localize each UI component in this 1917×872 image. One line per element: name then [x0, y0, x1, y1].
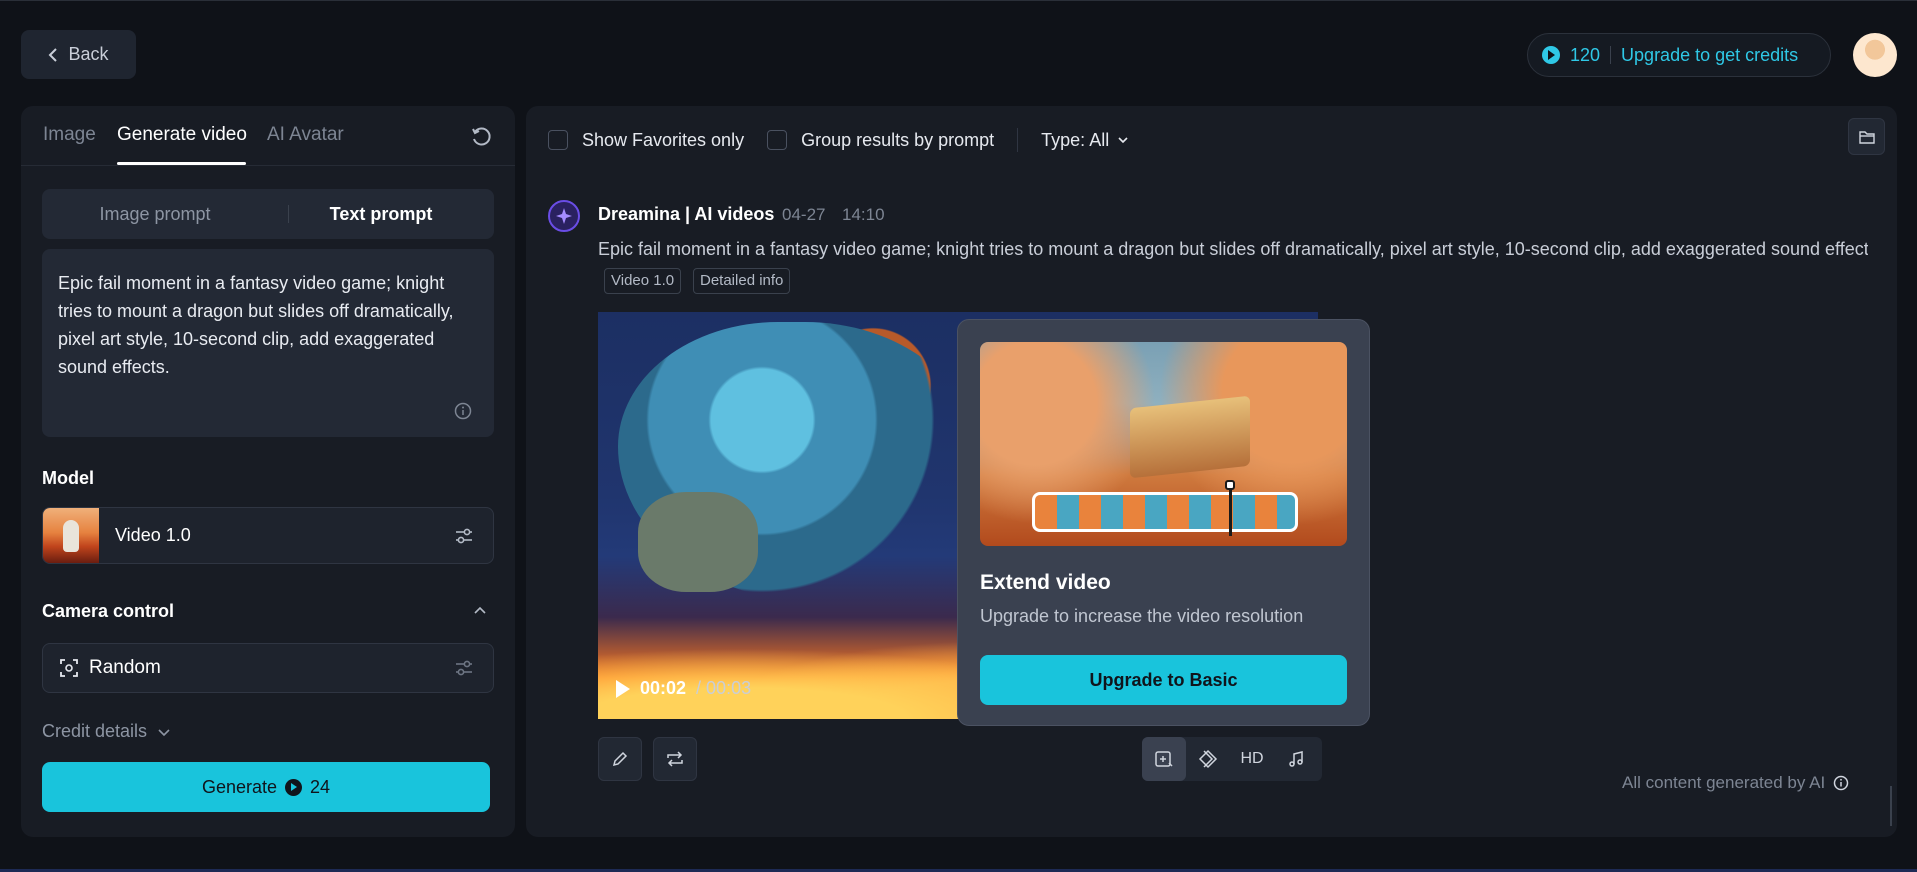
text-prompt-option[interactable]: Text prompt: [268, 204, 494, 225]
chevron-down-icon: [158, 728, 170, 736]
active-tab-underline: [117, 162, 246, 165]
result-date: 04-27: [782, 205, 826, 224]
generate-button[interactable]: Generate 24: [42, 762, 490, 812]
favorites-checkbox[interactable]: [548, 130, 568, 150]
result-time: 14:10: [842, 205, 885, 224]
video-tools: HD: [1142, 737, 1322, 781]
credits-pill[interactable]: 120 Upgrade to get credits: [1527, 33, 1831, 77]
info-icon[interactable]: [1833, 775, 1849, 791]
illustration-playhead-knob: [1225, 480, 1235, 490]
model-name: Video 1.0: [115, 525, 191, 545]
pill-divider: [1610, 46, 1612, 64]
folder-button[interactable]: [1848, 118, 1885, 155]
results-panel: Show Favorites only Group results by pro…: [526, 106, 1897, 837]
reset-icon[interactable]: [470, 126, 492, 148]
prompt-text: Epic fail moment in a fantasy video game…: [58, 273, 454, 377]
ai-content-label: All content generated by AI: [1622, 773, 1826, 792]
results-filters: Show Favorites only Group results by pro…: [548, 124, 1152, 156]
popover-title: Extend video: [980, 571, 1111, 594]
group-checkbox[interactable]: [767, 130, 788, 150]
extend-video-popover: Extend video Upgrade to increase the vid…: [957, 319, 1370, 726]
result-prompt: Epic fail moment in a fantasy video game…: [598, 239, 1868, 259]
folder-icon: [1858, 130, 1875, 144]
generate-cost: 24: [310, 776, 331, 797]
back-button[interactable]: Back: [21, 30, 136, 79]
chevron-up-icon[interactable]: [473, 603, 487, 617]
hd-upscale-button[interactable]: HD: [1230, 737, 1274, 781]
music-note-icon: [1289, 751, 1303, 767]
group-filter[interactable]: Group results by prompt: [767, 130, 994, 151]
credits-count: 120: [1570, 44, 1601, 65]
pencil-icon: [612, 751, 628, 767]
prompt-mode-switch: Image prompt Text prompt: [42, 189, 494, 239]
mode-tabs: Image Generate video AI Avatar: [21, 106, 515, 166]
dreamina-logo-icon: [548, 200, 580, 232]
generate-label: Generate: [201, 776, 278, 797]
back-label: Back: [68, 44, 109, 64]
model-label: Model: [42, 468, 94, 488]
scrollbar[interactable]: [1890, 786, 1892, 826]
edit-button[interactable]: [598, 737, 642, 781]
interpolate-button[interactable]: [1186, 737, 1230, 781]
credit-coin-icon: [285, 778, 303, 796]
model-thumbnail: [43, 508, 99, 563]
detailed-info-tag[interactable]: Detailed info: [693, 268, 791, 294]
user-avatar[interactable]: [1853, 33, 1897, 77]
popover-subtitle: Upgrade to increase the video resolution: [980, 606, 1304, 626]
upgrade-to-basic-button[interactable]: Upgrade to Basic: [980, 655, 1347, 705]
camera-selector[interactable]: Random: [42, 643, 494, 693]
tab-generate-video[interactable]: Generate video: [117, 124, 247, 146]
group-label: Group results by prompt: [801, 129, 995, 150]
credit-details-label: Credit details: [42, 721, 148, 741]
camera-control-label: Camera control: [42, 601, 175, 621]
illustration-timeline: [1032, 492, 1298, 532]
add-sound-button[interactable]: [1274, 737, 1318, 781]
play-icon[interactable]: [616, 679, 630, 698]
favorites-filter[interactable]: Show Favorites only: [548, 130, 744, 151]
tag-model: Video 1.0: [604, 268, 682, 294]
chevron-down-icon: [1118, 137, 1128, 144]
illustration-art: [1130, 395, 1250, 479]
diamond-icon: [1198, 749, 1218, 769]
illustration-playhead: [1229, 484, 1232, 536]
time-total: / 00:03: [696, 678, 752, 698]
credit-details-toggle[interactable]: Credit details: [42, 721, 171, 742]
prompt-textarea[interactable]: Epic fail moment in a fantasy video game…: [42, 249, 494, 437]
ai-content-note: All content generated by AI: [1622, 773, 1849, 793]
time-current: 00:02: [640, 678, 687, 698]
credit-coin-icon: [1542, 46, 1560, 64]
sliders-icon[interactable]: [453, 657, 475, 679]
image-prompt-option[interactable]: Image prompt: [42, 204, 268, 225]
video-frame-art: [638, 492, 758, 592]
top-border: [0, 0, 1917, 1]
type-label: Type: All: [1041, 129, 1110, 150]
repeat-icon: [667, 751, 683, 767]
camera-value: Random: [89, 657, 161, 678]
tab-ai-avatar[interactable]: AI Avatar: [267, 124, 344, 146]
filter-divider: [1017, 128, 1019, 152]
result-author: Dreamina | AI videos: [598, 204, 775, 224]
extend-video-button[interactable]: [1142, 737, 1186, 781]
extend-video-icon: [1155, 751, 1173, 767]
tab-image[interactable]: Image: [43, 124, 96, 146]
info-icon[interactable]: [454, 402, 472, 420]
regenerate-button[interactable]: [653, 737, 697, 781]
chevron-left-icon: [49, 47, 58, 62]
generation-panel: Image Generate video AI Avatar Image pro…: [21, 106, 515, 837]
playback-controls: 00:02 / 00:03: [616, 678, 751, 699]
model-selector[interactable]: Video 1.0: [42, 507, 494, 564]
type-dropdown[interactable]: Type: All: [1041, 130, 1129, 151]
sliders-icon[interactable]: [453, 525, 475, 547]
favorites-label: Show Favorites only: [582, 129, 745, 150]
upgrade-credits-link[interactable]: Upgrade to get credits: [1621, 45, 1798, 66]
camera-focus-icon: [60, 659, 78, 677]
extend-video-illustration: [980, 342, 1347, 546]
